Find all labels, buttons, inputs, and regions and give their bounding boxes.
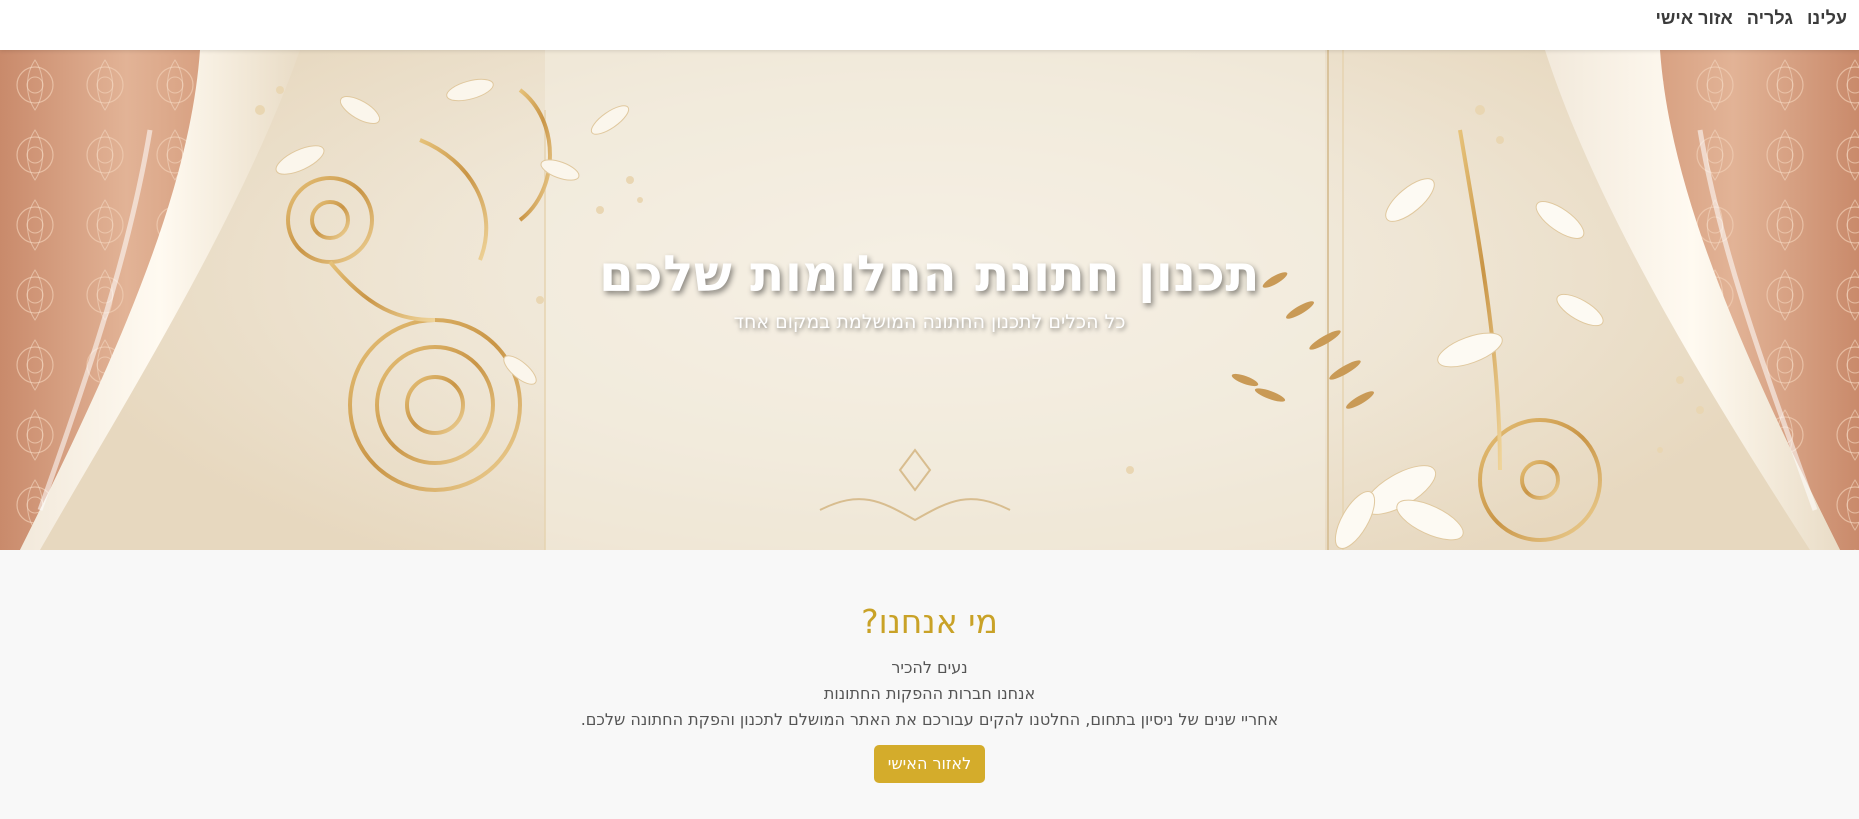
nav-item-personal-area: אזור אישי [1655,8,1732,29]
personal-area-button[interactable]: לאזור האישי [873,745,986,783]
hero-subtitle: כל הכלים לתכנון החתונה המושלמת במקום אחד [733,311,1126,333]
nav-link-personal-area[interactable]: אזור אישי [1655,8,1732,28]
about-description: נעים להכיר אנחנו חברות ההפקות החתונות אח… [0,655,1859,733]
nav-link-about[interactable]: עלינו [1807,8,1847,28]
top-navbar: עלינו גלריה אזור אישי [0,0,1859,50]
nav-list: עלינו גלריה אזור אישי [1655,8,1847,29]
hero-text-block: תכנון חתונת החלומות שלכם כל הכלים לתכנון… [0,245,1859,333]
about-title: מי אנחנו? [861,602,998,641]
hero-banner: תכנון חתונת החלומות שלכם כל הכלים לתכנון… [0,50,1859,550]
nav-item-about: עלינו [1807,8,1847,29]
about-line-mission: אחריי שנים של ניסיון בתחום, החלטנו להקים… [580,710,1279,729]
about-line-company: אנחנו חברות ההפקות החתונות [823,684,1036,703]
nav-link-gallery[interactable]: גלריה [1747,8,1793,28]
nav-item-gallery: גלריה [1747,8,1793,29]
hero-title: תכנון חתונת החלומות שלכם [598,245,1261,303]
about-line-greeting: נעים להכיר [891,658,968,677]
about-section: מי אנחנו? נעים להכיר אנחנו חברות ההפקות … [0,550,1859,819]
